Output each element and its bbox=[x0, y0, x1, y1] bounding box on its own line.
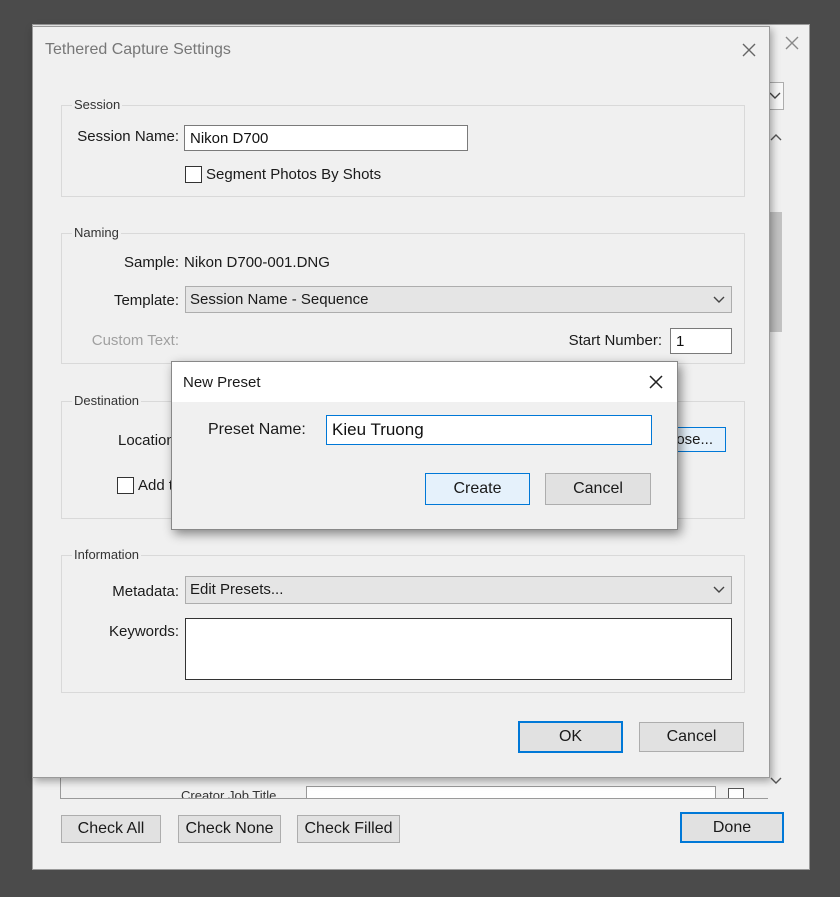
dialog-title: Tethered Capture Settings bbox=[45, 41, 231, 58]
segment-photos-checkbox[interactable] bbox=[185, 166, 202, 183]
template-select[interactable]: Session Name - Sequence bbox=[185, 286, 732, 313]
vertical-scrollbar[interactable] bbox=[768, 125, 785, 795]
scroll-up-icon[interactable] bbox=[770, 133, 782, 141]
add-to-label: Add t bbox=[138, 477, 174, 494]
add-to-catalog-checkbox[interactable] bbox=[117, 477, 134, 494]
preset-cancel-button[interactable]: Cancel bbox=[545, 473, 651, 505]
metadata-label: Metadata: bbox=[112, 583, 179, 600]
cancel-button[interactable]: Cancel bbox=[639, 722, 744, 752]
session-legend: Session bbox=[72, 97, 123, 112]
custom-text-label: Custom Text: bbox=[91, 332, 179, 349]
close-icon[interactable] bbox=[741, 42, 757, 58]
information-legend: Information bbox=[72, 547, 142, 562]
location-label: Location bbox=[118, 432, 175, 449]
destination-legend: Destination bbox=[72, 393, 142, 408]
new-preset-title: New Preset bbox=[183, 374, 261, 391]
naming-legend: Naming bbox=[72, 225, 121, 240]
metadata-select[interactable]: Edit Presets... bbox=[185, 576, 732, 604]
scroll-down-icon[interactable] bbox=[770, 777, 782, 785]
scrollbar-thumb[interactable] bbox=[770, 212, 782, 332]
segment-photos-label: Segment Photos By Shots bbox=[206, 166, 382, 183]
template-value: Session Name - Sequence bbox=[190, 291, 369, 308]
naming-group: Naming Sample: Nikon D700-001.DNG Templa… bbox=[61, 225, 745, 364]
close-icon[interactable] bbox=[784, 35, 800, 51]
sample-label: Sample: bbox=[123, 254, 179, 271]
ok-button[interactable]: OK bbox=[518, 721, 623, 753]
new-preset-dialog: New Preset Preset Name: Create Cancel bbox=[171, 361, 678, 530]
session-group: Session Session Name: Segment Photos By … bbox=[61, 97, 745, 197]
creator-job-title-label: Creator Job Title bbox=[181, 788, 277, 799]
choose-button-label: ose... bbox=[676, 431, 713, 448]
sample-value: Nikon D700-001.DNG bbox=[184, 254, 330, 271]
chevron-down-icon bbox=[713, 586, 725, 593]
session-name-label: Session Name: bbox=[77, 128, 179, 145]
information-group: Information Metadata: Edit Presets... Ke… bbox=[61, 547, 745, 693]
check-all-button[interactable]: Check All bbox=[61, 815, 161, 843]
creator-job-title-checkbox[interactable] bbox=[728, 788, 744, 798]
new-preset-titlebar: New Preset bbox=[172, 362, 677, 402]
check-none-button[interactable]: Check None bbox=[178, 815, 281, 843]
preset-name-input[interactable] bbox=[326, 415, 652, 445]
close-icon[interactable] bbox=[648, 374, 664, 390]
done-button[interactable]: Done bbox=[680, 812, 784, 843]
preset-name-label: Preset Name: bbox=[208, 421, 306, 438]
metadata-value: Edit Presets... bbox=[190, 581, 284, 598]
start-number-label: Start Number: bbox=[568, 332, 662, 349]
check-filled-button[interactable]: Check Filled bbox=[297, 815, 400, 843]
template-label: Template: bbox=[113, 292, 179, 309]
session-name-input[interactable] bbox=[184, 125, 468, 151]
chevron-down-icon bbox=[713, 296, 725, 303]
keywords-label: Keywords: bbox=[108, 623, 179, 640]
start-number-input[interactable] bbox=[670, 328, 732, 354]
chevron-down-icon bbox=[769, 92, 781, 99]
create-button[interactable]: Create bbox=[425, 473, 530, 505]
creator-job-title-field[interactable] bbox=[306, 786, 716, 798]
keywords-textarea[interactable] bbox=[185, 618, 732, 680]
